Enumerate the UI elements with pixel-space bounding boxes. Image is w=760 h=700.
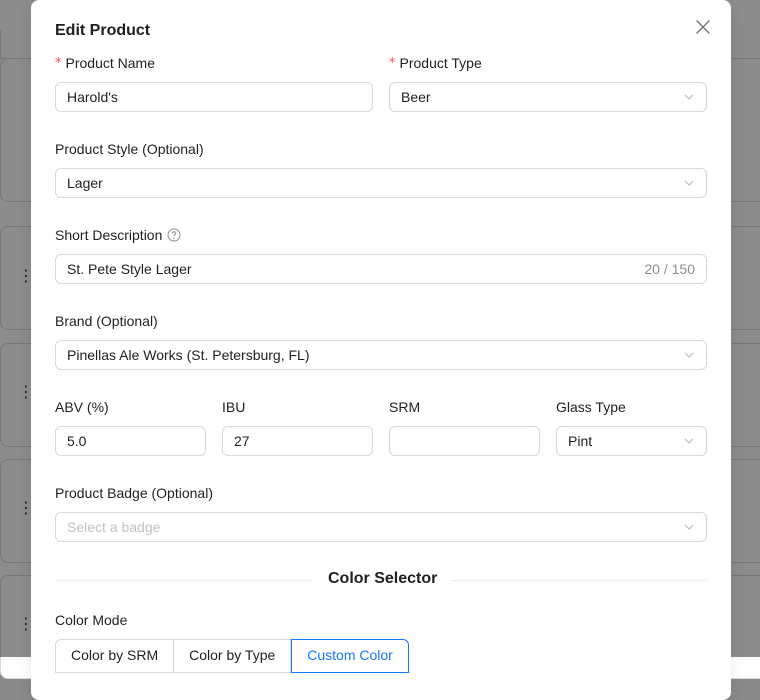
product-type-label-text: Product Type (399, 55, 482, 71)
product-style-value: Lager (67, 175, 103, 191)
edit-product-modal: Edit Product * Product Name Harold's * P… (31, 0, 731, 700)
srm-input[interactable] (389, 426, 540, 456)
glass-type-label: Glass Type (556, 399, 626, 415)
short-description-label: Short Description (55, 227, 181, 243)
chevron-down-icon (683, 91, 695, 103)
color-mode-segmented: Color by SRM Color by Type Custom Color (55, 639, 409, 673)
modal-title: Edit Product (55, 22, 151, 39)
ibu-value: 27 (234, 433, 250, 449)
abv-input[interactable]: 5.0 (55, 426, 206, 456)
ibu-input[interactable]: 27 (222, 426, 373, 456)
short-description-input[interactable]: St. Pete Style Lager 20 / 150 (55, 254, 707, 284)
abv-label: ABV (%) (55, 399, 109, 415)
chevron-down-icon (683, 177, 695, 189)
product-name-input[interactable]: Harold's (55, 82, 373, 112)
chevron-down-icon (683, 349, 695, 361)
short-description-value: St. Pete Style Lager (67, 261, 192, 277)
chevron-down-icon (683, 435, 695, 447)
product-badge-select[interactable]: Select a badge (55, 512, 707, 542)
required-marker: * (389, 55, 396, 71)
ibu-label: IBU (222, 399, 246, 415)
divider-line-left (55, 580, 312, 581)
product-type-label: * Product Type (389, 55, 482, 71)
product-type-select[interactable]: Beer (389, 82, 707, 112)
brand-select[interactable]: Pinellas Ale Works (St. Petersburg, FL) (55, 340, 707, 370)
close-button[interactable] (691, 17, 715, 41)
color-mode-label: Color Mode (55, 612, 128, 628)
color-selector-heading: Color Selector (328, 570, 438, 587)
product-style-label: Product Style (Optional) (55, 141, 204, 157)
abv-value: 5.0 (67, 433, 87, 449)
color-by-srm-option[interactable]: Color by SRM (55, 639, 175, 673)
chevron-down-icon (683, 521, 695, 533)
product-badge-label: Product Badge (Optional) (55, 485, 213, 501)
required-marker: * (55, 55, 62, 71)
glass-type-select[interactable]: Pint (556, 426, 707, 456)
brand-value: Pinellas Ale Works (St. Petersburg, FL) (67, 347, 310, 363)
product-name-label-text: Product Name (65, 55, 155, 71)
product-style-select[interactable]: Lager (55, 168, 707, 198)
color-by-type-option[interactable]: Color by Type (174, 639, 292, 673)
character-count: 20 / 150 (644, 261, 695, 277)
brand-label: Brand (Optional) (55, 313, 158, 329)
custom-color-option[interactable]: Custom Color (291, 639, 409, 673)
short-description-label-text: Short Description (55, 227, 163, 243)
question-circle-icon[interactable] (167, 228, 181, 242)
divider-line-right (451, 580, 707, 581)
product-type-value: Beer (401, 89, 431, 105)
product-name-label: * Product Name (55, 55, 155, 71)
product-name-value: Harold's (67, 89, 118, 105)
close-icon (696, 19, 710, 39)
srm-label: SRM (389, 399, 421, 415)
product-badge-placeholder: Select a badge (67, 519, 161, 535)
glass-type-value: Pint (568, 433, 593, 449)
